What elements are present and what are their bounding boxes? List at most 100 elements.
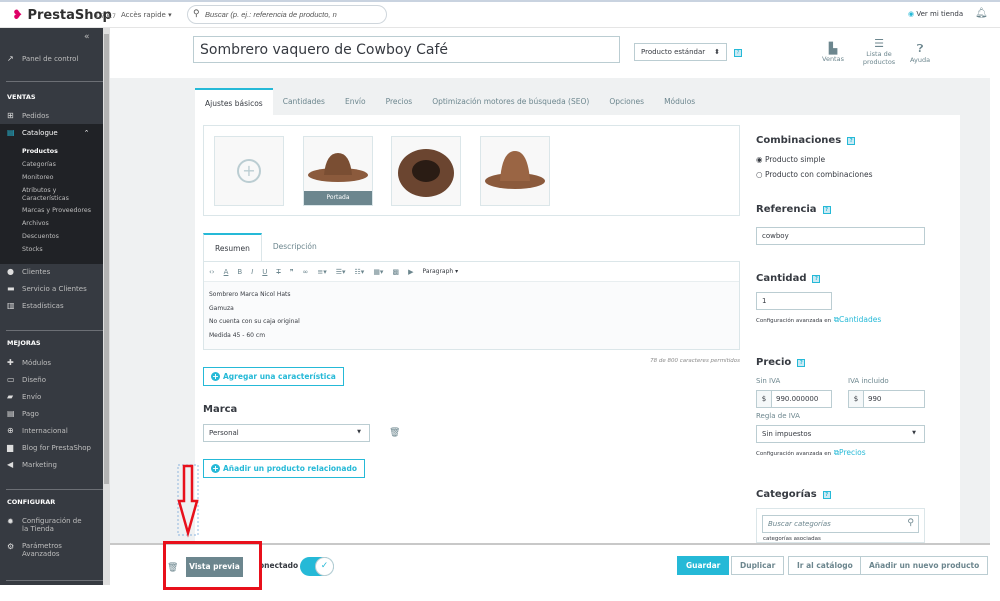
sidebar-item-envio[interactable]: ▰ Envío bbox=[7, 392, 41, 401]
save-button[interactable]: Guardar bbox=[677, 556, 730, 575]
link-label: Cantidades bbox=[839, 315, 882, 324]
add-related-product-button[interactable]: + Añadir un producto relacionado bbox=[203, 459, 365, 478]
tab-seo[interactable]: Optimización motores de búsqueda (SEO) bbox=[422, 88, 599, 115]
product-name-input[interactable]: Sombrero vaquero de Cowboy Café bbox=[193, 36, 620, 63]
sidebar-subitem-productos[interactable]: Productos bbox=[22, 148, 58, 156]
radio-icon: ○ bbox=[756, 170, 763, 179]
online-toggle[interactable]: ✓ bbox=[300, 557, 334, 576]
quote-icon[interactable]: ❞ bbox=[290, 268, 294, 276]
strikethrough-icon[interactable]: T bbox=[276, 268, 280, 276]
sidebar-item-estadisticas[interactable]: ▥ Estadísticas bbox=[7, 301, 64, 310]
sidebar-subitem-stocks[interactable]: Stocks bbox=[22, 246, 43, 254]
sidebar-item-modulos[interactable]: ✚ Módulos bbox=[7, 358, 51, 367]
help-icon[interactable]: ? bbox=[847, 136, 856, 145]
underline-icon[interactable]: U bbox=[262, 268, 267, 276]
trash-icon[interactable]: 🗑︎ bbox=[389, 428, 400, 438]
quantities-link[interactable]: ⧉Cantidades bbox=[834, 315, 882, 324]
help-icon[interactable]: ? bbox=[797, 358, 806, 367]
tax-rule-select[interactable]: Sin impuestos ▼ bbox=[756, 425, 925, 443]
product-image[interactable] bbox=[480, 136, 550, 206]
divider bbox=[6, 580, 103, 581]
help-button[interactable]: ❓︎ Ayuda bbox=[910, 42, 930, 64]
product-image-cover[interactable]: Portada bbox=[303, 136, 373, 206]
label: Diseño bbox=[22, 375, 47, 384]
help-icon[interactable]: ? bbox=[822, 205, 831, 214]
radio-simple-product[interactable]: ◉ Producto simple bbox=[756, 155, 825, 164]
sidebar-subitem-monitoreo[interactable]: Monitoreo bbox=[22, 174, 54, 182]
bullet-list-icon[interactable]: ☰▾ bbox=[336, 268, 346, 276]
product-type-select[interactable]: Producto estándar ⬍ bbox=[634, 43, 727, 61]
product-list-button[interactable]: ☰ Lista de productos bbox=[860, 37, 898, 66]
numbered-list-icon[interactable]: ☷▾ bbox=[355, 268, 365, 276]
sales-button[interactable]: ▙ Ventas bbox=[822, 42, 844, 63]
sidebar-item-dashboard[interactable]: ↗ Panel de control bbox=[7, 54, 78, 63]
tab-options[interactable]: Opciones bbox=[599, 88, 654, 115]
tab-modules[interactable]: Módulos bbox=[654, 88, 705, 115]
tax-incl-label: IVA incluido bbox=[848, 377, 889, 385]
add-feature-button[interactable]: + Agregar una característica bbox=[203, 367, 344, 386]
help-icon[interactable]: ? bbox=[822, 490, 831, 499]
sidebar-item-internacional[interactable]: ⊕ Internacional bbox=[7, 426, 68, 435]
sidebar-subitem-categorias[interactable]: Categorías bbox=[22, 161, 56, 169]
sidebar-subitem-archivos[interactable]: Archivos bbox=[22, 220, 49, 228]
product-image[interactable] bbox=[391, 136, 461, 206]
document-icon: ▆ bbox=[7, 443, 14, 452]
tab-shipping[interactable]: Envío bbox=[335, 88, 376, 115]
label: Marketing bbox=[22, 460, 57, 469]
sidebar-item-config-tienda[interactable]: ✹ Configuración de la Tienda bbox=[7, 517, 86, 533]
table-icon[interactable]: ▦▾ bbox=[373, 268, 383, 276]
label: Agregar una característica bbox=[223, 372, 336, 381]
go-to-catalog-button[interactable]: Ir al catálogo bbox=[788, 556, 862, 575]
price-tax-excl-input[interactable]: $990.000000 bbox=[756, 390, 832, 408]
sidebar-item-parametros[interactable]: ⚙ Parámetros Avanzados bbox=[7, 542, 72, 558]
help-icon[interactable]: ? bbox=[734, 49, 742, 57]
price-tax-incl-input[interactable]: $990 bbox=[848, 390, 925, 408]
prices-link[interactable]: ⧉Precios bbox=[834, 448, 866, 457]
sidebar-item-blog[interactable]: ▆ Blog for PrestaShop bbox=[7, 443, 91, 452]
annotation-arrow bbox=[177, 464, 199, 538]
summary-editor[interactable]: ‹› A B I U T ❞ ∞ ≡▾ ☰▾ ☷▾ ▦▾ ▩ ▶ Paragraph ▾ Sombrero … bbox=[203, 261, 740, 350]
sidebar-item-pago[interactable]: ▤ Pago bbox=[7, 409, 39, 418]
search-icon: ⚲ bbox=[907, 518, 914, 528]
brand-select[interactable]: Personal ▼ bbox=[203, 424, 370, 442]
code-icon[interactable]: ‹› bbox=[209, 268, 215, 276]
label: Referencia bbox=[756, 204, 817, 215]
radio-combinations-product[interactable]: ○ Producto con combinaciones bbox=[756, 170, 873, 179]
sidebar-subitem-descuentos[interactable]: Descuentos bbox=[22, 233, 59, 241]
sidebar-item-catalogue[interactable]: ▤ Catalogue ⌃ bbox=[7, 128, 90, 137]
notifications-bell-icon[interactable]: 🔔︎ bbox=[975, 8, 988, 19]
category-search-input[interactable]: Buscar categorías ⚲ bbox=[762, 515, 919, 533]
list-icon: ☰ bbox=[874, 37, 884, 50]
sidebar-item-servicio[interactable]: ▬ Servicio a Clientes bbox=[7, 284, 87, 293]
align-icon[interactable]: ≡▾ bbox=[317, 268, 326, 276]
help-icon[interactable]: ? bbox=[812, 274, 821, 283]
search-input[interactable]: ⚲ Buscar (p. ej.: referencia de producto,… bbox=[187, 5, 387, 24]
sidebar-subitem-atributos[interactable]: Atributos y Características bbox=[22, 187, 82, 203]
sidebar-item-clientes[interactable]: ● Clientes bbox=[7, 267, 50, 276]
add-image-button[interactable]: + bbox=[214, 136, 284, 206]
tab-pricing[interactable]: Precios bbox=[376, 88, 423, 115]
italic-icon[interactable]: I bbox=[251, 268, 253, 276]
quick-access-menu[interactable]: Accès rapide ▾ bbox=[121, 11, 172, 19]
sidebar-scrollbar[interactable] bbox=[103, 28, 110, 585]
sidebar-item-pedidos[interactable]: ⊞ Pedidos bbox=[7, 111, 49, 120]
image-icon[interactable]: ▩ bbox=[392, 268, 399, 276]
collapse-sidebar-button[interactable]: « bbox=[84, 32, 90, 42]
tab-description[interactable]: Descripción bbox=[262, 233, 328, 262]
tab-summary[interactable]: Resumen bbox=[203, 233, 262, 262]
sidebar-subitem-marcas[interactable]: Marcas y Proveedores bbox=[22, 207, 91, 215]
duplicate-button[interactable]: Duplicar bbox=[731, 556, 785, 575]
link-icon[interactable]: ∞ bbox=[302, 268, 308, 276]
quantity-input[interactable]: 1 bbox=[756, 292, 832, 310]
bold-icon[interactable]: B bbox=[237, 268, 242, 276]
sidebar-item-marketing[interactable]: ◀ Marketing bbox=[7, 460, 57, 469]
sidebar-item-diseno[interactable]: ▭ Diseño bbox=[7, 375, 46, 384]
add-new-product-button[interactable]: Añadir un nuevo producto bbox=[860, 556, 989, 575]
format-select[interactable]: Paragraph ▾ bbox=[422, 268, 458, 275]
tab-basic[interactable]: Ajustes básicos bbox=[195, 88, 273, 115]
text-color-icon[interactable]: A bbox=[224, 268, 229, 276]
reference-input[interactable]: cowboy bbox=[756, 227, 925, 245]
media-icon[interactable]: ▶ bbox=[408, 268, 413, 276]
tab-quantities[interactable]: Cantidades bbox=[273, 88, 335, 115]
view-store-link[interactable]: ◉ Ver mi tienda bbox=[908, 10, 963, 18]
